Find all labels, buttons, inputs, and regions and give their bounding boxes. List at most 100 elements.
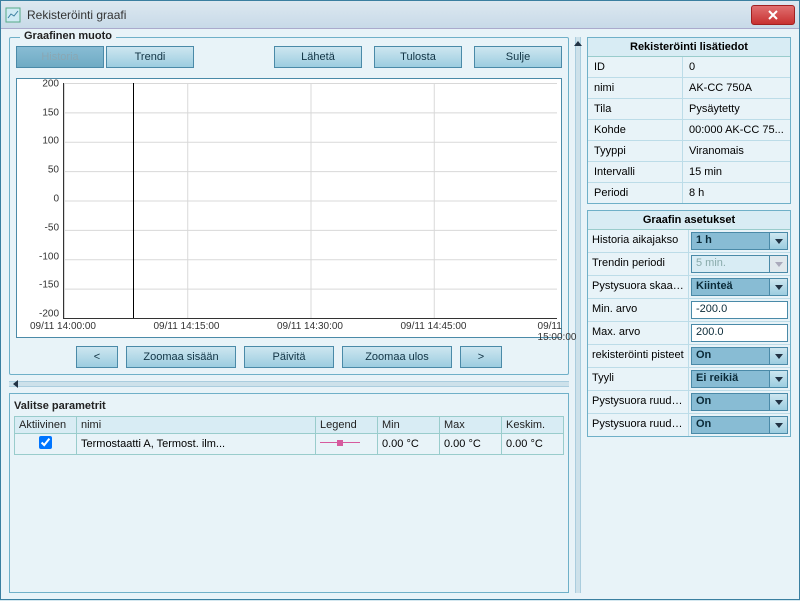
chevron-down-icon[interactable]	[770, 393, 788, 411]
col-min[interactable]: Min	[378, 417, 440, 434]
active-checkbox[interactable]	[39, 436, 52, 449]
registration-info: Rekisteröinti lisätiedot ID0 nimiAK-CC 7…	[587, 37, 791, 204]
table-row[interactable]: Termostaatti A, Termost. ilm... 0.00 °C …	[15, 434, 564, 455]
x-axis: 09/11 14:00:00 09/11 14:15:00 09/11 14:3…	[63, 321, 557, 337]
y-tick: 50	[48, 165, 59, 176]
info-key: Tila	[588, 99, 682, 119]
y-tick: 100	[42, 136, 59, 147]
content: Graafinen muoto Historia Trendi Lähetä T…	[1, 29, 799, 601]
info-key: Tyyppi	[588, 141, 682, 161]
close-button[interactable]: Sulje	[474, 46, 562, 68]
y-tick: 150	[42, 107, 59, 118]
y-axis: 200 150 100 50 0 -50 -100 -150 -200	[17, 79, 63, 319]
parameters-table: Aktiivinen nimi Legend Min Max Keskim. T…	[14, 416, 564, 455]
refresh-button[interactable]: Päivitä	[244, 346, 334, 368]
y-tick: 200	[42, 78, 59, 89]
window-title: Rekisteröinti graafi	[27, 8, 126, 22]
next-button[interactable]: >	[460, 346, 502, 368]
parameters-panel: Valitse parametrit Aktiivinen nimi Legen…	[9, 393, 569, 593]
top-button-row: Historia Trendi Lähetä Tulosta Sulje	[16, 46, 562, 68]
x-tick: 09/11 14:00:00	[30, 321, 96, 332]
col-max[interactable]: Max	[440, 417, 502, 434]
info-value: 8 h	[682, 183, 790, 203]
yscale-combo[interactable]: Kiinteä	[691, 278, 788, 296]
info-key: nimi	[588, 78, 682, 98]
print-button[interactable]: Tulosta	[374, 46, 462, 68]
zoom-out-button[interactable]: Zoomaa ulos	[342, 346, 452, 368]
y-tick: -100	[39, 251, 59, 262]
chart: 200 150 100 50 0 -50 -100 -150 -200	[16, 78, 562, 338]
param-max: 0.00 °C	[440, 434, 502, 455]
col-legend[interactable]: Legend	[316, 417, 378, 434]
info-value: 15 min	[682, 162, 790, 182]
param-legend	[316, 434, 378, 455]
col-active[interactable]: Aktiivinen	[15, 417, 77, 434]
zoom-in-button[interactable]: Zoomaa sisään	[126, 346, 236, 368]
chevron-down-icon[interactable]	[770, 347, 788, 365]
time-cursor[interactable]	[133, 83, 134, 318]
setting-label: Min. arvo	[588, 299, 688, 321]
groupbox-title: Graafinen muoto	[20, 30, 116, 42]
y-tick: -50	[45, 222, 59, 233]
trend-period-combo: 5 min.	[691, 255, 788, 273]
info-value: Viranomais	[682, 141, 790, 161]
y-tick: 0	[53, 194, 59, 205]
info-value: 0	[682, 57, 790, 77]
graphic-mode-group: Graafinen muoto Historia Trendi Lähetä T…	[9, 37, 569, 375]
setting-label: Tyyli	[588, 368, 688, 390]
graph-settings: Graafin asetukset Historia aikajakso 1 h…	[587, 210, 791, 437]
app-icon	[5, 7, 21, 23]
param-name: Termostaatti A, Termost. ilm...	[77, 434, 316, 455]
nav-row: < Zoomaa sisään Päivitä Zoomaa ulos >	[16, 346, 562, 368]
chevron-down-icon[interactable]	[770, 278, 788, 296]
settings-title: Graafin asetukset	[588, 211, 790, 230]
y-tick: -200	[39, 309, 59, 320]
legend-swatch	[320, 439, 360, 447]
setting-label: Trendin periodi	[588, 253, 688, 275]
param-avg: 0.00 °C	[502, 434, 564, 455]
vertical-splitter[interactable]	[575, 37, 581, 593]
plot-area[interactable]	[63, 83, 557, 319]
x-tick: 09/11 14:30:00	[277, 321, 343, 332]
max-value-input[interactable]: 200.0	[691, 324, 788, 342]
style-combo[interactable]: Ei reikiä	[691, 370, 788, 388]
setting-label: Max. arvo	[588, 322, 688, 344]
setting-label: Historia aikajakso	[588, 230, 688, 252]
info-value: 00:000 AK-CC 75...	[682, 120, 790, 140]
close-window-button[interactable]	[751, 5, 795, 25]
info-value: Pysäytetty	[682, 99, 790, 119]
x-tick: 09/11 15:00:00	[538, 321, 577, 343]
window: Rekisteröinti graafi Graafinen muoto His…	[0, 0, 800, 600]
x-tick: 09/11 14:45:00	[401, 321, 467, 332]
info-key: ID	[588, 57, 682, 77]
chevron-down-icon	[770, 255, 788, 273]
col-name[interactable]: nimi	[77, 417, 316, 434]
ygrid2-combo[interactable]: On	[691, 416, 788, 434]
points-combo[interactable]: On	[691, 347, 788, 365]
history-toggle[interactable]: Historia	[16, 46, 104, 68]
info-value: AK-CC 750A	[682, 78, 790, 98]
y-tick: -150	[39, 280, 59, 291]
horizontal-splitter[interactable]	[9, 381, 569, 387]
chevron-down-icon[interactable]	[770, 232, 788, 250]
send-button[interactable]: Lähetä	[274, 46, 362, 68]
trend-toggle[interactable]: Trendi	[106, 46, 194, 68]
history-period-combo[interactable]: 1 h	[691, 232, 788, 250]
chevron-down-icon[interactable]	[770, 370, 788, 388]
right-pane: Rekisteröinti lisätiedot ID0 nimiAK-CC 7…	[587, 37, 791, 593]
titlebar: Rekisteröinti graafi	[1, 1, 799, 29]
parameters-title: Valitse parametrit	[14, 398, 564, 416]
col-avg[interactable]: Keskim.	[502, 417, 564, 434]
info-title: Rekisteröinti lisätiedot	[588, 38, 790, 57]
min-value-input[interactable]: -200.0	[691, 301, 788, 319]
prev-button[interactable]: <	[76, 346, 118, 368]
x-tick: 09/11 14:15:00	[154, 321, 220, 332]
setting-label: Pystysuora skaal...	[588, 276, 688, 298]
chevron-down-icon[interactable]	[770, 416, 788, 434]
param-min: 0.00 °C	[378, 434, 440, 455]
left-pane: Graafinen muoto Historia Trendi Lähetä T…	[9, 37, 569, 593]
info-key: Intervalli	[588, 162, 682, 182]
info-key: Kohde	[588, 120, 682, 140]
ygrid1-combo[interactable]: On	[691, 393, 788, 411]
mode-toggle: Historia Trendi	[16, 46, 194, 68]
